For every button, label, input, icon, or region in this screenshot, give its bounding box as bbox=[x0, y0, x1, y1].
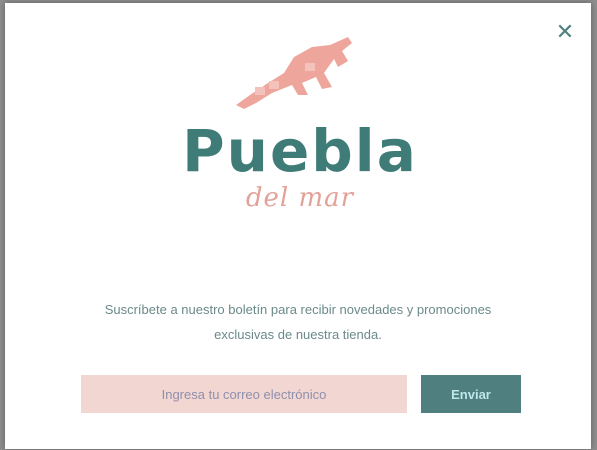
message-line-1: Suscríbete a nuestro boletín para recibi… bbox=[104, 302, 492, 317]
brand-logo: Puebla del mar bbox=[165, 33, 435, 233]
newsletter-message: Suscríbete a nuestro boletín para recibi… bbox=[65, 297, 531, 347]
subscribe-form: Enviar bbox=[81, 375, 521, 413]
submit-button[interactable]: Enviar bbox=[421, 375, 521, 413]
kangaroo-logo-icon bbox=[236, 37, 352, 109]
newsletter-modal: ✕ Puebla del mar Suscríbete a nuestro bo… bbox=[5, 3, 591, 449]
message-line-2: exclusivas de nuestra tienda. bbox=[214, 327, 382, 342]
close-glyph: ✕ bbox=[555, 20, 575, 45]
email-field[interactable] bbox=[81, 375, 407, 413]
brand-name: Puebla bbox=[182, 117, 418, 185]
brand-subtitle: del mar bbox=[245, 183, 355, 213]
close-icon[interactable]: ✕ bbox=[553, 21, 577, 45]
